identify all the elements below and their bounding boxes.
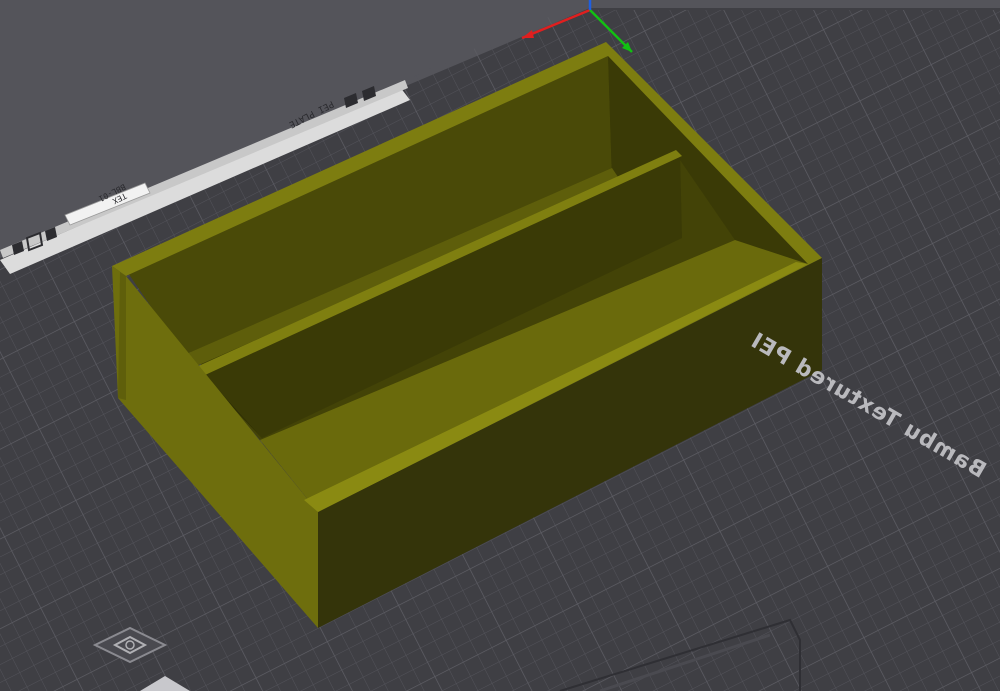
3d-viewport[interactable]: Bambu Textured PEI PEI PLATE BBL-01 TEX (0, 0, 1000, 691)
scene (0, 0, 1000, 691)
